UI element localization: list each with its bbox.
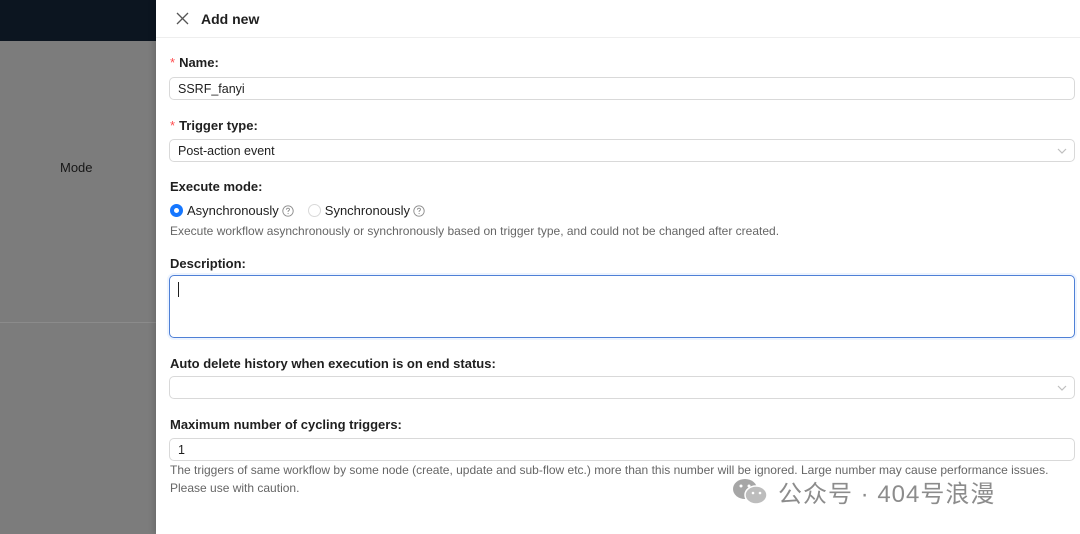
name-input-value: SSRF_fanyi [178, 81, 245, 96]
trigger-type-value: Post-action event [178, 143, 275, 158]
question-circle-icon[interactable] [282, 204, 294, 217]
execute-mode-help: Execute workflow asynchronously or synch… [170, 224, 780, 238]
radio-synchronously-label: Synchronously [324, 203, 411, 218]
auto-delete-label: Auto delete history when execution is on… [170, 356, 496, 371]
description-textarea[interactable] [169, 275, 1075, 338]
radio-asynchronously[interactable]: Asynchronously [170, 203, 294, 218]
wechat-icon [730, 476, 770, 508]
drawer-header: Add new [156, 0, 1080, 38]
name-label: * Name: [170, 55, 219, 70]
name-input[interactable]: SSRF_fanyi [169, 77, 1075, 100]
radio-synchronously[interactable]: Synchronously [307, 203, 425, 218]
max-cycling-label: Maximum number of cycling triggers: [170, 417, 402, 432]
required-asterisk: * [170, 118, 176, 133]
description-label: Description: [170, 256, 246, 271]
question-circle-icon[interactable] [413, 204, 425, 217]
drawer-title: Add new [201, 10, 260, 27]
add-new-drawer: Add new * Name: SSRF_fanyi * Trigger type:… [156, 0, 1080, 534]
trigger-type-label: * Trigger type: [170, 118, 258, 133]
max-cycling-input[interactable]: 1 [169, 438, 1075, 461]
radio-asynchronously-label: Asynchronously [187, 203, 279, 218]
chevron-down-icon [1056, 145, 1068, 157]
execute-mode-label: Execute mode: [170, 179, 263, 194]
text-cursor [178, 282, 179, 297]
execute-mode-radio-group: Asynchronously Synchronously [170, 203, 431, 218]
trigger-type-select[interactable]: Post-action event [169, 139, 1075, 162]
background-mode-label: Mode [60, 160, 93, 175]
required-asterisk: * [170, 55, 176, 70]
close-icon[interactable] [174, 11, 190, 27]
chevron-down-icon [1056, 382, 1068, 394]
watermark: 公众号 · 404号浪漫 [730, 474, 995, 509]
max-cycling-value: 1 [178, 442, 185, 457]
watermark-text: 公众号 · 404号浪漫 [778, 481, 996, 508]
top-navigation-bar [0, 0, 156, 41]
radio-checked-icon [170, 204, 183, 217]
auto-delete-select[interactable] [169, 376, 1075, 399]
background-divider [0, 322, 156, 323]
radio-unchecked-icon [307, 204, 321, 217]
background-overlay[interactable]: Mode [0, 0, 156, 534]
